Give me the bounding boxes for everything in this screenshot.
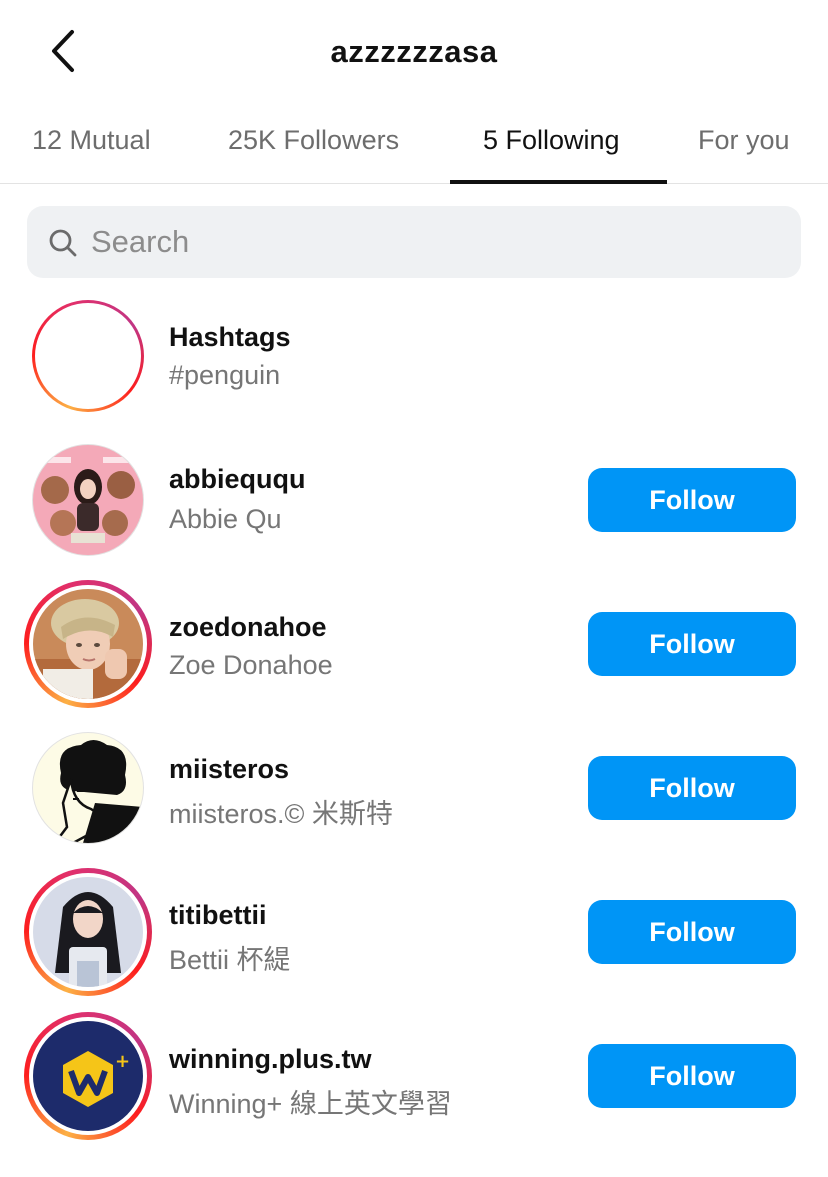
search-bar[interactable] [27, 206, 801, 278]
username[interactable]: abbieququ [169, 464, 306, 495]
avatar[interactable] [24, 580, 152, 708]
search-icon [49, 229, 77, 257]
username[interactable]: zoedonahoe [169, 612, 327, 643]
list-item[interactable]: + winning.plus.tw Winning+ 線上英文學習 Follow [0, 1012, 828, 1156]
hashtags-subtitle: #penguin [169, 360, 281, 390]
username[interactable]: winning.plus.tw [169, 1044, 371, 1075]
tab-for-you[interactable]: For you [698, 105, 790, 183]
tab-followers[interactable]: 25K Followers [228, 105, 399, 183]
follow-button[interactable]: Follow [588, 756, 796, 820]
display-name: Bettii 杯緹 [169, 945, 291, 975]
tab-mutual[interactable]: 12 Mutual [32, 105, 151, 183]
winning-logo-icon: + [33, 1021, 143, 1131]
hashtags-row[interactable]: Hashtags #penguin [0, 300, 828, 444]
display-name: miisteros.© 米斯特 [169, 799, 393, 829]
hashtag-icon [68, 327, 112, 389]
active-tab-indicator [450, 180, 667, 184]
search-input[interactable] [91, 206, 781, 278]
follow-button[interactable]: Follow [588, 468, 796, 532]
list-item[interactable]: miisteros miisteros.© 米斯特 Follow [0, 732, 828, 876]
page-title: azzzzzzasa [330, 34, 498, 69]
tab-following[interactable]: 5 Following [483, 105, 620, 183]
follow-button[interactable]: Follow [588, 900, 796, 964]
svg-text:+: + [115, 1051, 130, 1072]
display-name: Abbie Qu [169, 504, 282, 534]
tab-bar: 12 Mutual 25K Followers 5 Following For … [0, 105, 828, 184]
follow-button[interactable]: Follow [588, 1044, 796, 1108]
list-item[interactable]: abbieququ Abbie Qu Follow [0, 444, 828, 588]
list-item[interactable]: titibettii Bettii 杯緹 Follow [0, 868, 828, 1012]
avatar[interactable] [24, 868, 152, 996]
avatar[interactable] [32, 444, 144, 556]
list-item[interactable]: zoedonahoe Zoe Donahoe Follow [0, 580, 828, 724]
avatar[interactable] [32, 732, 144, 844]
hashtags-avatar [32, 300, 144, 412]
hashtags-title: Hashtags [169, 322, 291, 352]
avatar[interactable]: + [24, 1012, 152, 1140]
display-name: Zoe Donahoe [169, 650, 333, 680]
follow-button[interactable]: Follow [588, 612, 796, 676]
display-name: Winning+ 線上英文學習 [169, 1089, 452, 1119]
username[interactable]: miisteros [169, 754, 289, 785]
username[interactable]: titibettii [169, 900, 266, 931]
top-bar: azzzzzzasa [0, 0, 828, 105]
